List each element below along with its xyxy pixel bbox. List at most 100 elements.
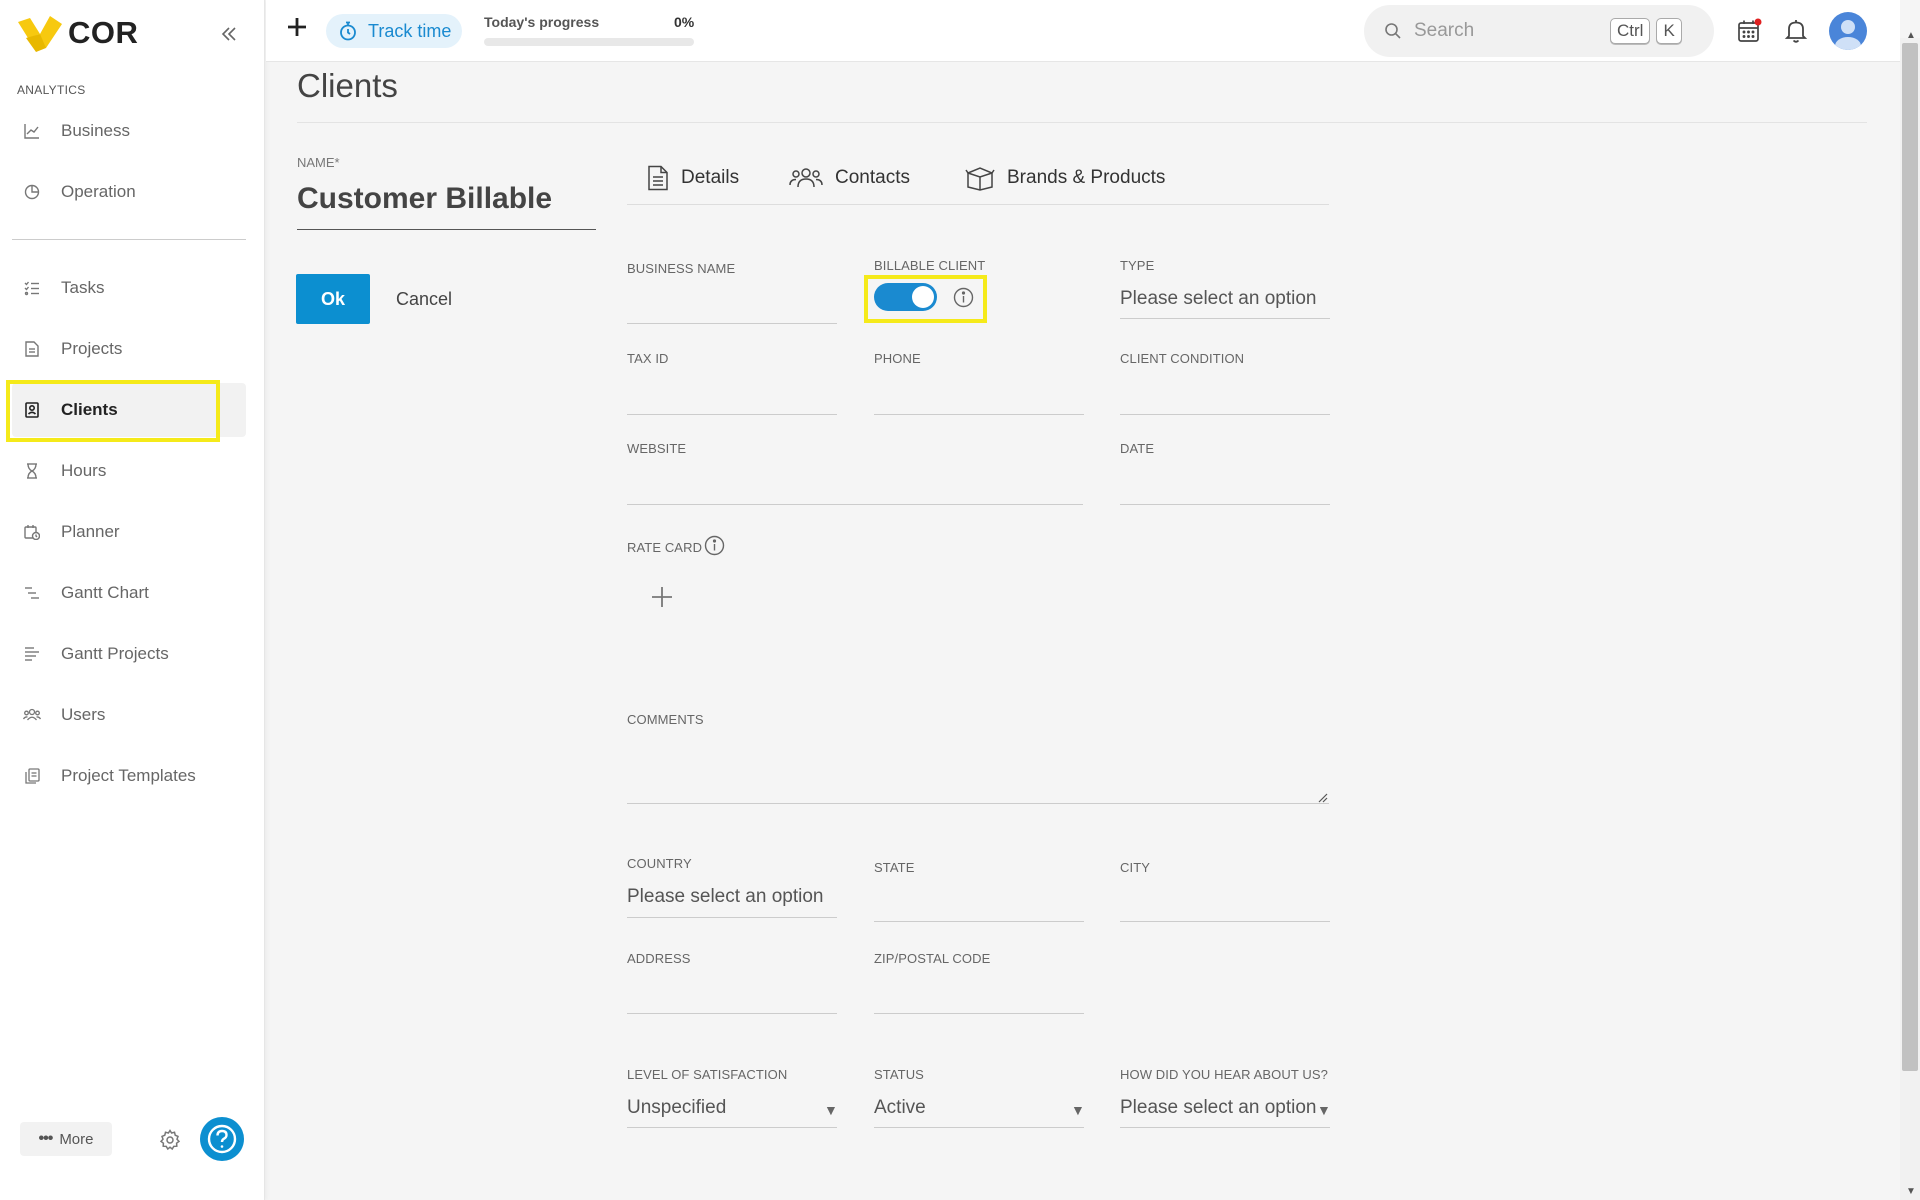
status-select[interactable]: Active [874,1097,926,1119]
dropdown-arrow-icon[interactable]: ▼ [1071,1102,1085,1118]
sidebar-item-clients[interactable]: Clients [12,383,246,437]
hear-about-field: HOW DID YOU HEAR ABOUT US? [1120,1067,1328,1082]
phone-label: PHONE [874,351,921,366]
sidebar-item-hours[interactable]: Hours [12,444,246,498]
sidebar-item-label: Planner [61,522,120,541]
address-label: ADDRESS [627,951,691,966]
scrollbar-thumb[interactable] [1902,43,1918,1071]
satisfaction-select[interactable]: Unspecified [627,1097,726,1119]
client-condition-field: CLIENT CONDITION [1120,351,1244,366]
cancel-button[interactable]: Cancel [396,289,452,310]
templates-icon [22,766,42,786]
sidebar-item-business[interactable]: Business [12,104,246,158]
state-input[interactable] [874,921,1084,922]
zip-field: ZIP/POSTAL CODE [874,951,990,966]
search-input[interactable] [1414,20,1604,42]
shortcut-key-k: K [1656,18,1682,44]
client-tabs: Details Contacts Brands & Products [627,163,1329,205]
hourglass-icon [22,461,42,481]
tax-id-label: TAX ID [627,351,669,366]
help-button[interactable] [200,1117,244,1161]
add-rate-card-button[interactable] [650,582,674,614]
dropdown-arrow-icon[interactable]: ▼ [1317,1102,1331,1118]
scroll-down-icon[interactable]: ▼ [1906,1186,1916,1197]
users-icon [22,705,42,725]
logo[interactable]: COR [16,14,138,52]
tax-id-input[interactable] [627,414,837,415]
sidebar-item-gantt-projects[interactable]: Gantt Projects [12,627,246,681]
type-underline [1120,318,1330,319]
country-select[interactable]: Please select an option [627,886,823,908]
cor-logo-icon [18,16,62,52]
tab-details[interactable]: Details [647,163,739,193]
sidebar-item-projects[interactable]: Projects [12,322,246,376]
comments-textarea[interactable] [627,803,1329,804]
address-input[interactable] [627,1013,837,1014]
city-input[interactable] [1120,921,1330,922]
client-condition-input[interactable] [1120,414,1330,415]
sidebar-item-label: Operation [61,182,136,201]
website-input[interactable] [627,504,1083,505]
calendar-button[interactable] [1736,18,1762,49]
billable-client-label: BILLABLE CLIENT [874,258,986,273]
client-condition-label: CLIENT CONDITION [1120,351,1245,366]
state-field: STATE [874,860,914,875]
more-button[interactable]: ••• More [20,1122,112,1156]
date-input[interactable] [1120,504,1330,505]
chevron-double-left-icon [221,27,236,41]
billable-info-button[interactable] [953,287,974,313]
country-label: COUNTRY [627,856,692,871]
hear-about-select[interactable]: Please select an option [1120,1097,1316,1119]
satisfaction-field: LEVEL OF SATISFACTION [627,1067,787,1082]
resize-grip-icon[interactable] [1318,790,1328,808]
sidebar-item-users[interactable]: Users [12,688,246,742]
toggle-knob [912,286,934,308]
website-field: WEBSITE [627,441,686,456]
tax-id-field: TAX ID [627,351,669,366]
user-avatar[interactable] [1829,12,1867,50]
notifications-button[interactable] [1784,18,1808,49]
progress-value: 0% [674,14,695,30]
tab-contacts[interactable]: Contacts [789,163,910,193]
sidebar-item-tasks[interactable]: Tasks [12,261,246,315]
city-field: CITY [1120,860,1150,875]
ok-button[interactable]: Ok [296,274,370,324]
business-name-input[interactable] [627,323,837,324]
country-underline [627,917,837,918]
chart-line-icon [22,121,42,141]
sidebar-item-label: Project Templates [61,766,196,785]
main-nav: Tasks Projects Clients Hours Planner Gan… [12,261,246,810]
phone-input[interactable] [874,414,1084,415]
country-field: COUNTRY [627,856,692,871]
sidebar-item-operation[interactable]: Operation [12,165,246,219]
billable-client-toggle[interactable] [874,283,937,311]
sidebar-item-label: Tasks [61,278,105,297]
pie-chart-icon [22,182,42,202]
track-time-button[interactable]: Track time [326,14,462,48]
gantt-icon [22,583,42,603]
sidebar-item-gantt-chart[interactable]: Gantt Chart [12,566,246,620]
status-underline [874,1127,1084,1128]
gear-icon [159,1129,181,1151]
dropdown-arrow-icon[interactable]: ▼ [824,1102,838,1118]
plus-icon [288,18,306,36]
hear-about-underline [1120,1127,1330,1128]
zip-input[interactable] [874,1013,1084,1014]
search-box[interactable]: Ctrl K [1364,5,1714,57]
date-field: DATE [1120,441,1154,456]
date-label: DATE [1120,441,1155,456]
sidebar-item-planner[interactable]: Planner [12,505,246,559]
client-name-input[interactable]: Customer Billable [297,182,596,230]
collapse-sidebar-button[interactable] [220,22,238,50]
title-divider [297,122,1867,123]
scroll-up-icon[interactable]: ▲ [1906,30,1916,41]
document-icon [22,339,42,359]
rate-card-info-button[interactable] [704,535,725,561]
hear-about-label: HOW DID YOU HEAR ABOUT US? [1120,1067,1328,1082]
type-select[interactable]: Please select an option [1120,288,1316,310]
create-new-button[interactable] [286,14,308,44]
billable-client-field: BILLABLE CLIENT [874,258,985,273]
settings-button[interactable] [158,1128,182,1157]
tab-brands-products[interactable]: Brands & Products [965,163,1165,193]
sidebar-item-project-templates[interactable]: Project Templates [12,749,246,803]
